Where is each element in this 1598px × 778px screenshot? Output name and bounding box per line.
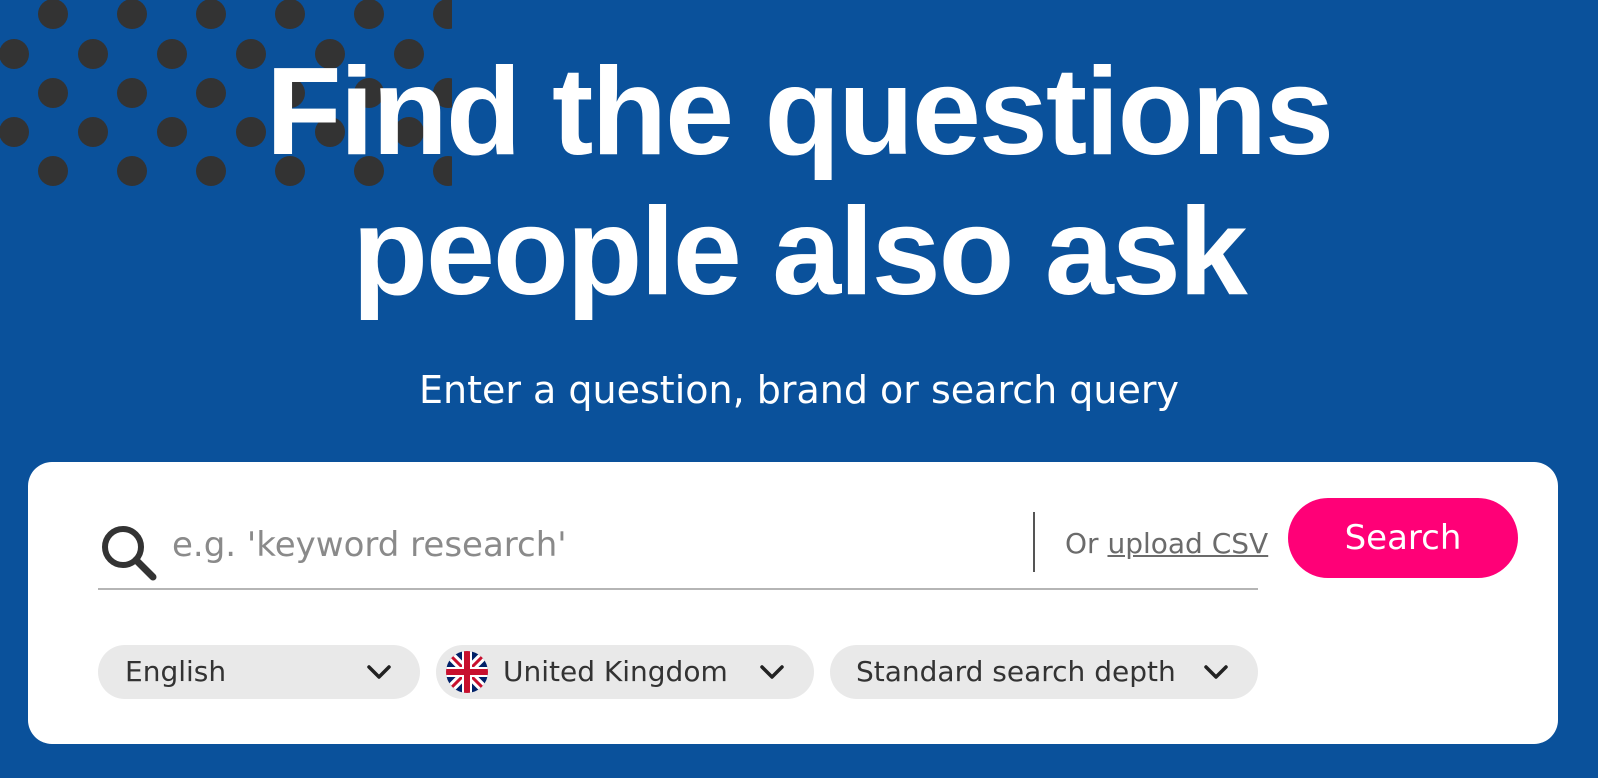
chevron-down-icon [760,665,784,679]
search-divider [1033,512,1035,572]
search-card: Or upload CSV Search English [28,462,1558,744]
chevron-down-icon [1204,665,1228,679]
upload-csv-prompt: Or upload CSV [1065,524,1268,564]
country-select-value: United Kingdom [503,655,728,688]
search-button[interactable]: Search [1288,498,1518,578]
search-depth-select-value: Standard search depth [856,655,1176,688]
upload-csv-link[interactable]: upload CSV [1107,527,1268,560]
search-depth-select[interactable]: Standard search depth [830,645,1258,699]
chevron-down-icon [367,665,391,679]
title-line-2: people also ask [352,183,1248,321]
decorative-dot [275,0,305,29]
country-select[interactable]: United Kingdom [436,645,814,699]
decorative-dot [38,0,68,29]
search-input[interactable] [172,518,972,572]
page-subtitle: Enter a question, brand or search query [418,368,1180,412]
language-select-value: English [125,655,227,688]
search-icon [102,526,157,581]
decorative-dot [433,0,452,29]
page-title: Find the questions people also ask [0,42,1598,322]
search-bar: Or upload CSV [98,506,1268,590]
decorative-dot [196,0,226,29]
language-select[interactable]: English [98,645,420,699]
or-label: Or [1065,527,1099,560]
uk-flag-icon [446,651,488,693]
decorative-dot [354,0,384,29]
title-line-1: Find the questions [265,43,1334,181]
decorative-dot [117,0,147,29]
